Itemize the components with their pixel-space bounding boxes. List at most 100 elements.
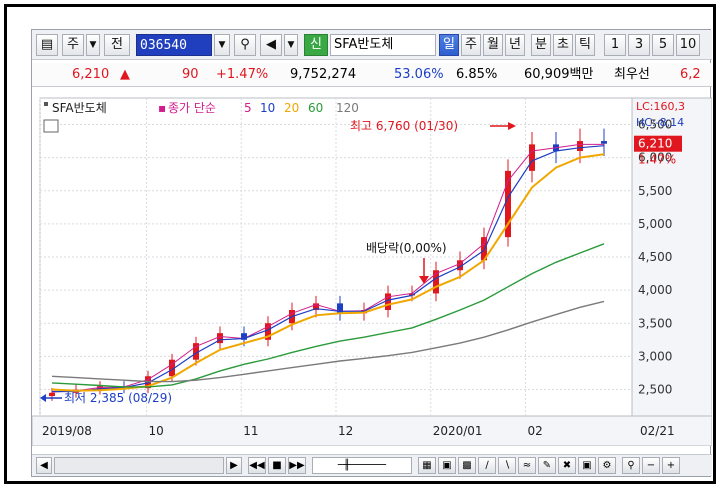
candle-body[interactable] [529, 144, 535, 171]
y-tick-label: 5,500 [638, 184, 672, 198]
save-icon[interactable]: ▣ [578, 457, 596, 474]
scroll-track[interactable] [54, 457, 224, 474]
lc-label: LC:160,3 [636, 100, 685, 113]
forward-icon[interactable]: ▶▶ [288, 457, 306, 474]
period-tab-6[interactable]: 틱 [575, 34, 595, 56]
stock-name-box: SFA반도체 [330, 34, 436, 56]
price-pct-label: 1.47% [638, 153, 676, 167]
hc-label: HC:-8,14 [636, 116, 684, 129]
x-tick-label: 2019/08 [42, 424, 92, 438]
price-box-label: 6,210 [638, 137, 672, 151]
legend-ma-20: 20 [284, 101, 299, 115]
period-tab-3[interactable]: 년 [505, 34, 525, 56]
line-tool-icon[interactable]: ∖ [498, 457, 516, 474]
market-dropdown-icon[interactable]: ▼ [86, 34, 100, 56]
period-label: 분 [535, 37, 547, 52]
price-change: 90 [182, 67, 199, 82]
fib-icon[interactable]: ≈ [518, 457, 536, 474]
code-dropdown-icon[interactable]: ▼ [214, 34, 230, 56]
candle-body[interactable] [601, 141, 607, 144]
legend-series-label: 종가 단순 [168, 101, 216, 115]
stock-code-input[interactable]: 036540 [136, 34, 212, 56]
jeon-label: 전 [111, 37, 123, 52]
period-tab-1[interactable]: 주 [461, 34, 481, 56]
speaker-icon[interactable]: ◀ [260, 34, 282, 56]
x-tick-label: 02/21 [640, 424, 675, 438]
delete-icon[interactable]: ✖ [558, 457, 576, 474]
dividend-annotation: 배당락(0,00%) [366, 241, 447, 255]
period-label: 년 [509, 37, 521, 52]
magnify-icon[interactable]: ⚲ [622, 457, 640, 474]
jeon-button[interactable]: 전 [104, 34, 130, 56]
period-tab-5[interactable]: 초 [553, 34, 573, 56]
legend-bullet [44, 102, 48, 106]
zoom-out-icon[interactable]: − [642, 457, 660, 474]
stop-icon[interactable]: ■ [268, 457, 286, 474]
zoom-slider[interactable]: ─╫────── [312, 457, 412, 474]
legend-ma-10: 10 [260, 101, 275, 115]
number-label: 1 [610, 37, 620, 52]
y-tick-label: 4,000 [638, 283, 672, 297]
period-label: 일 [443, 37, 455, 52]
settings-icon[interactable]: ⚙ [598, 457, 616, 474]
x-tick-label: 2020/01 [433, 424, 483, 438]
volume-ratio: 53.06% [394, 67, 444, 82]
period-tab-0[interactable]: 일 [439, 34, 459, 56]
legend-ma-5: 5 [244, 101, 252, 115]
speaker-dropdown-icon[interactable]: ▼ [284, 34, 298, 56]
legend-ma-120: 120 [336, 101, 359, 115]
scroll-right-icon[interactable]: ▶ [226, 457, 242, 474]
market-label: 주 [67, 37, 79, 52]
up-triangle-icon: ▲ [120, 67, 130, 82]
number-button-2[interactable]: 5 [652, 34, 674, 56]
number-button-1[interactable]: 3 [628, 34, 650, 56]
x-tick-label: 02 [527, 424, 542, 438]
top-toolbar: ▤ 주 ▼ 전 036540 ▼ ⚲ ◀ ▼ 신 SFA반도체 일 주 월 년 … [32, 30, 712, 60]
grid-icon[interactable]: ▩ [458, 457, 476, 474]
x-tick-label: 10 [149, 424, 164, 438]
period-tab-2[interactable]: 월 [483, 34, 503, 56]
bottom-toolbar: ◀ ▶ ◀◀ ■ ▶▶ ─╫────── ▦ ▣ ▩ ∕ ∖ ≈ ✎ ✖ ▣ ⚙… [32, 454, 712, 476]
app-window: ▤ 주 ▼ 전 036540 ▼ ⚲ ◀ ▼ 신 SFA반도체 일 주 월 년 … [4, 4, 716, 484]
trend-icon[interactable]: ∕ [478, 457, 496, 474]
rewind-icon[interactable]: ◀◀ [248, 457, 266, 474]
extra-value: 6,2 [680, 67, 701, 82]
low-annotation: 최저 2,385 (08/29) [64, 391, 172, 405]
y-tick-label: 5,000 [638, 217, 672, 231]
window-icon[interactable]: ▣ [438, 457, 456, 474]
number-label: 5 [658, 37, 668, 52]
layout-icon[interactable]: ▤ [36, 34, 58, 56]
table-icon[interactable] [43, 119, 59, 133]
draw-icon[interactable]: ✎ [538, 457, 556, 474]
candle-body[interactable] [49, 392, 55, 397]
period-label: 주 [465, 37, 477, 52]
scroll-left-icon[interactable]: ◀ [36, 457, 52, 474]
number-button-3[interactable]: 10 [676, 34, 700, 56]
number-label: 3 [634, 37, 644, 52]
x-axis-panel [31, 415, 713, 447]
price-chart[interactable]: 2,500 3,000 3,500 4,000 4,500 5,000 5,500 6,000… [31, 90, 713, 447]
volume: 9,752,274 [290, 67, 357, 82]
y-tick-label: 3,000 [638, 349, 672, 363]
stock-name: SFA반도체 [334, 37, 394, 52]
market-select[interactable]: 주 [62, 34, 84, 56]
candle-body[interactable] [577, 141, 583, 151]
search-icon[interactable]: ⚲ [234, 34, 256, 56]
y-tick-label: 3,500 [638, 316, 672, 330]
number-button-0[interactable]: 1 [604, 34, 626, 56]
x-tick-label: 11 [243, 424, 258, 438]
sin-badge[interactable]: 신 [304, 34, 328, 56]
period-label: 월 [487, 37, 499, 52]
period-label: 초 [557, 37, 569, 52]
price-chart-svg[interactable]: 2,5003,0003,5004,0004,5005,0005,5006,000… [31, 90, 713, 447]
y-tick-label: 2,500 [638, 383, 672, 397]
chart-window: ▤ 주 ▼ 전 036540 ▼ ⚲ ◀ ▼ 신 SFA반도체 일 주 월 년 … [31, 29, 713, 477]
change-percent: +1.47% [216, 67, 269, 82]
high-annotation: 최고 6,760 (01/30) [350, 119, 458, 133]
period-tab-4[interactable]: 분 [531, 34, 551, 56]
crosshair-icon[interactable]: ▦ [418, 457, 436, 474]
legend-stock-name: SFA반도체 [52, 101, 107, 115]
number-label: 10 [679, 37, 697, 52]
zoom-in-icon[interactable]: + [662, 457, 680, 474]
sin-label: 신 [310, 37, 322, 52]
